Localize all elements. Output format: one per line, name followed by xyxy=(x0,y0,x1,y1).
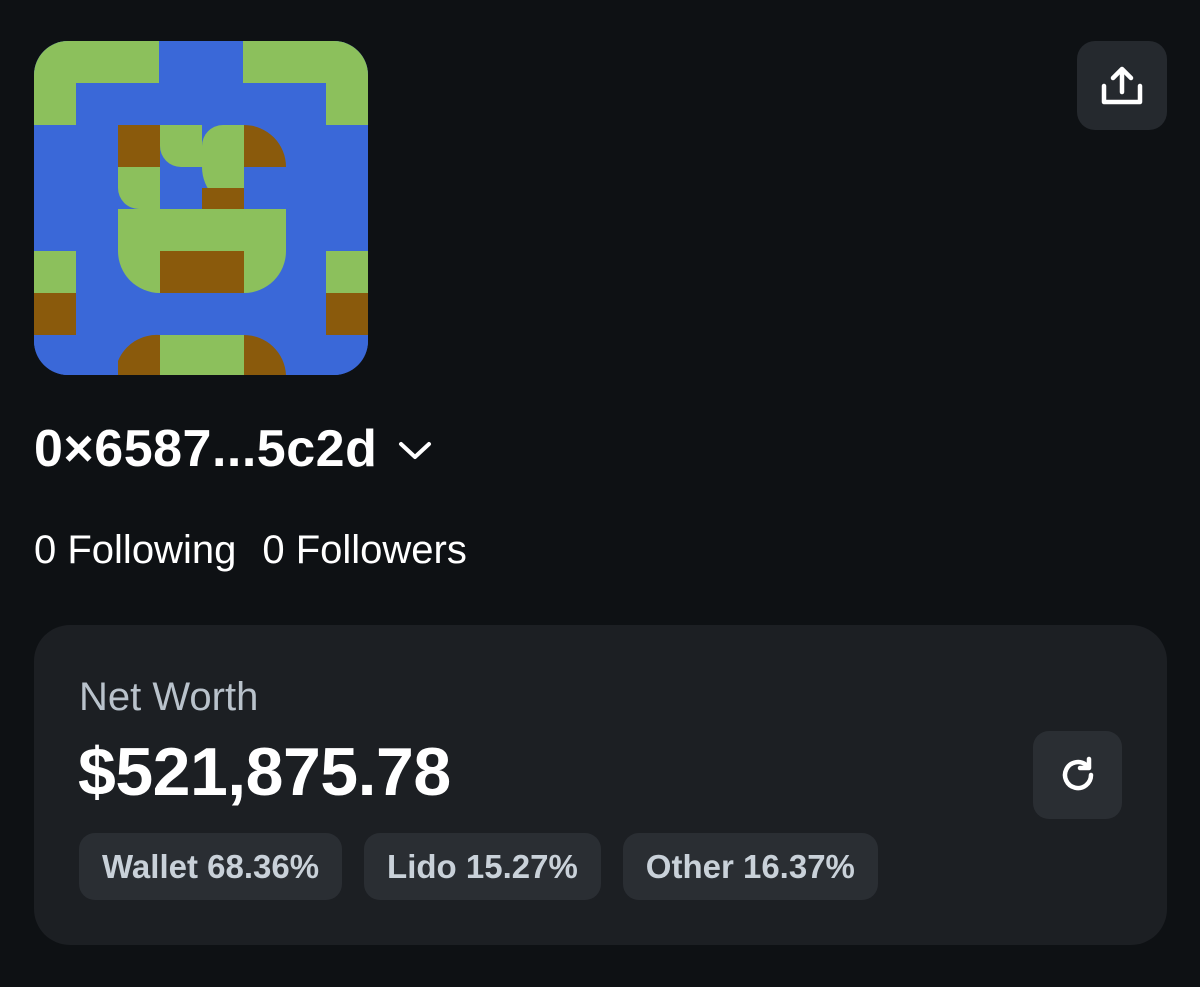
net-worth-breakdown: Wallet 68.36% Lido 15.27% Other 16.37% xyxy=(79,833,878,900)
refresh-icon xyxy=(1062,756,1093,791)
follow-stats: 0 Following 0 Followers xyxy=(34,524,467,576)
share-button[interactable] xyxy=(1077,41,1167,130)
chevron-down-icon xyxy=(397,440,433,462)
chip-lido[interactable]: Lido 15.27% xyxy=(364,833,601,900)
chip-wallet[interactable]: Wallet 68.36% xyxy=(79,833,343,900)
pixel-identicon-avatar xyxy=(34,41,368,375)
followers-link[interactable]: 0 Followers xyxy=(262,528,467,573)
address-dropdown[interactable]: 0×6587...5c2d xyxy=(34,417,433,481)
share-upload-icon xyxy=(1101,66,1143,104)
net-worth-label: Net Worth xyxy=(79,675,259,719)
net-worth-card: Net Worth $521,875.78 Wallet 68.36% Lido… xyxy=(34,625,1167,945)
net-worth-value: $521,875.78 xyxy=(78,734,451,810)
avatar xyxy=(34,41,368,375)
following-link[interactable]: 0 Following xyxy=(34,528,236,573)
refresh-button[interactable] xyxy=(1033,731,1122,819)
wallet-address: 0×6587...5c2d xyxy=(34,420,378,478)
chip-other[interactable]: Other 16.37% xyxy=(622,833,878,900)
